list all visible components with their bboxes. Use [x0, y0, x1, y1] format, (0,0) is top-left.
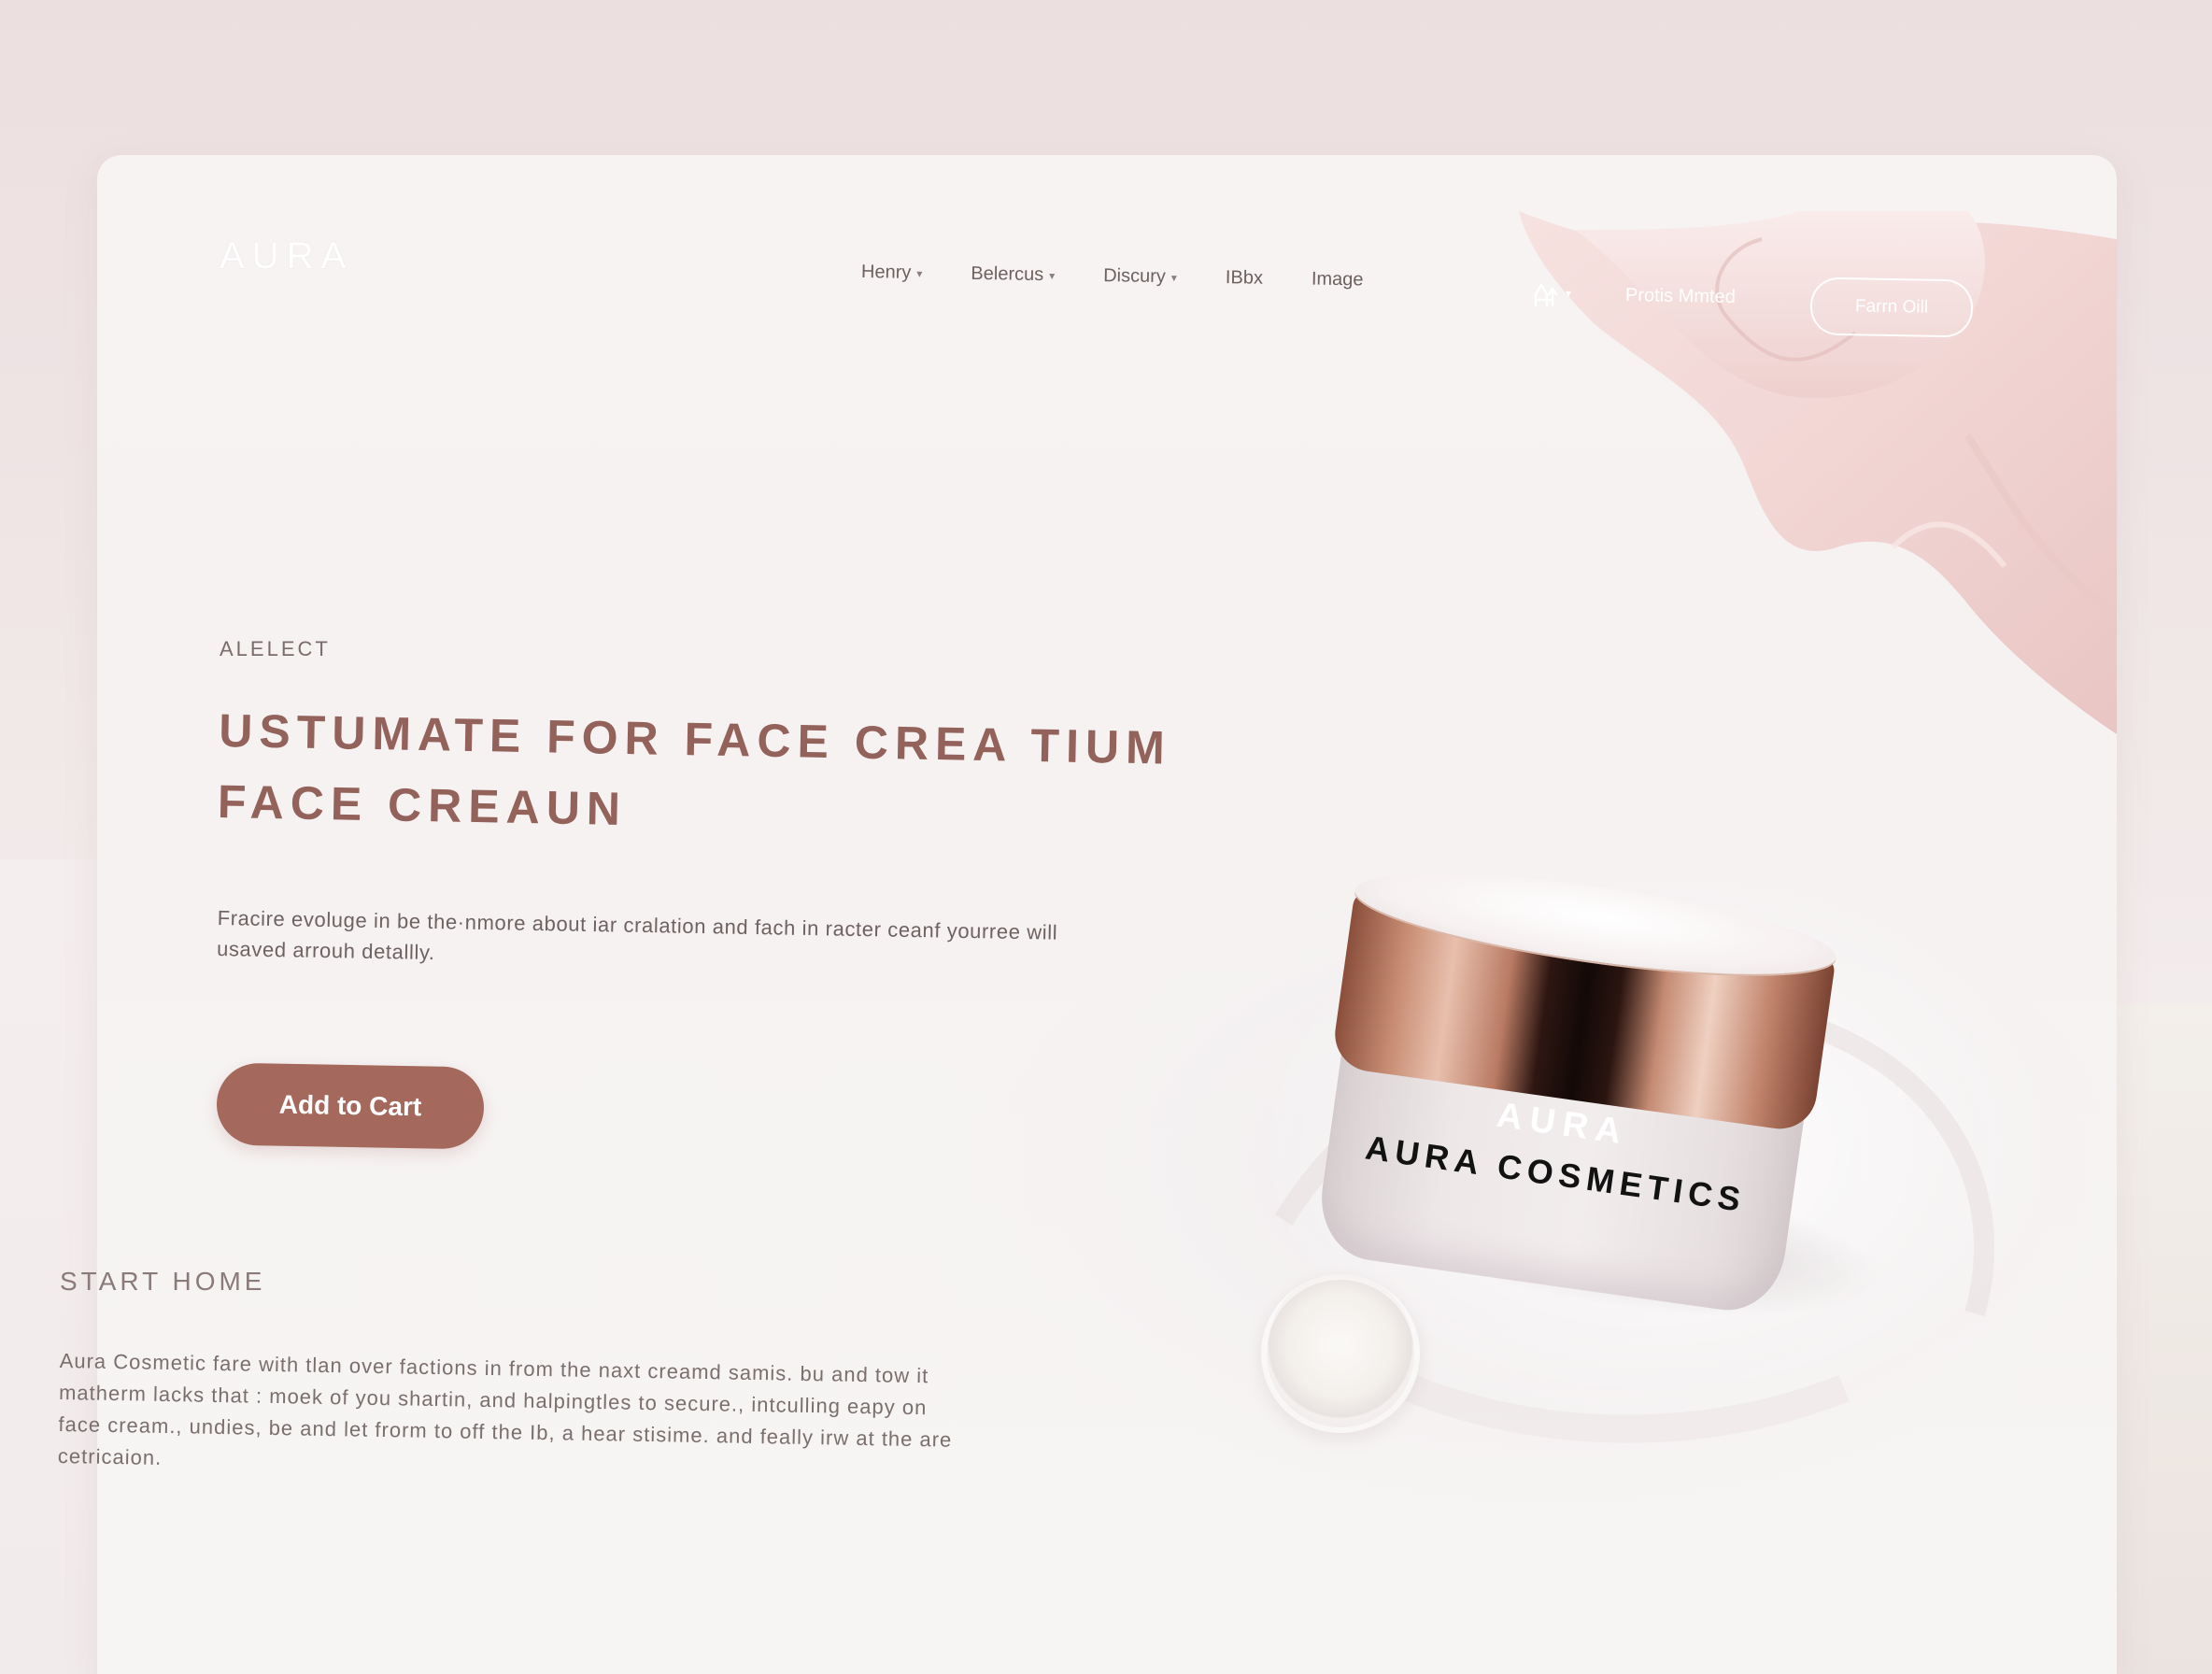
nav-item-label: IBbx	[1225, 267, 1264, 289]
nav-item-henry[interactable]: Henry ▾	[861, 262, 923, 284]
nav-item-label: Belercus	[971, 262, 1044, 286]
brand-logo[interactable]: AURA	[220, 235, 353, 277]
chevron-down-icon: ▾	[1170, 270, 1178, 284]
nav-item-label: Discury	[1103, 265, 1167, 288]
section-body: Aura Cosmetic fare with tlan over factio…	[57, 1348, 953, 1469]
hero-description: Fracire evoluge in be the·nmore about ia…	[216, 905, 1058, 965]
hero-eyebrow: ALELECT	[220, 637, 331, 660]
main-nav: Henry ▾ Belercus ▾ Discury ▾ IBbx Image	[861, 262, 1412, 291]
backdrop-panel	[2116, 1004, 2212, 1674]
nav-item-belercus[interactable]: Belercus ▾	[971, 263, 1055, 286]
cream-sample	[1261, 1274, 1420, 1433]
silk-drape-decoration	[1519, 211, 2117, 734]
user-switch-icon	[1534, 283, 1558, 307]
nav-item-image[interactable]: Image	[1312, 269, 1364, 291]
add-to-cart-button[interactable]: Add to Cart	[216, 1062, 485, 1150]
nav-item-label: Henry	[860, 262, 912, 283]
header-outline-button[interactable]: Farrn Oill	[1809, 277, 1974, 338]
account-menu[interactable]: ▾	[1528, 275, 1577, 312]
chevron-down-icon: ▾	[1049, 268, 1056, 282]
hero-headline: USTUMATE FOR FACE CREA TIUM FACE CREAUN	[217, 695, 1294, 857]
nav-item-discury[interactable]: Discury ▾	[1103, 265, 1177, 288]
promo-link[interactable]: Protis Mmted	[1625, 285, 1736, 308]
section-title: START HOME	[60, 1267, 266, 1296]
chevron-down-icon: ▾	[916, 266, 923, 280]
nav-item-ibbx[interactable]: IBbx	[1226, 267, 1263, 290]
nav-item-label: Image	[1311, 268, 1364, 291]
chevron-down-icon: ▾	[1566, 287, 1572, 300]
